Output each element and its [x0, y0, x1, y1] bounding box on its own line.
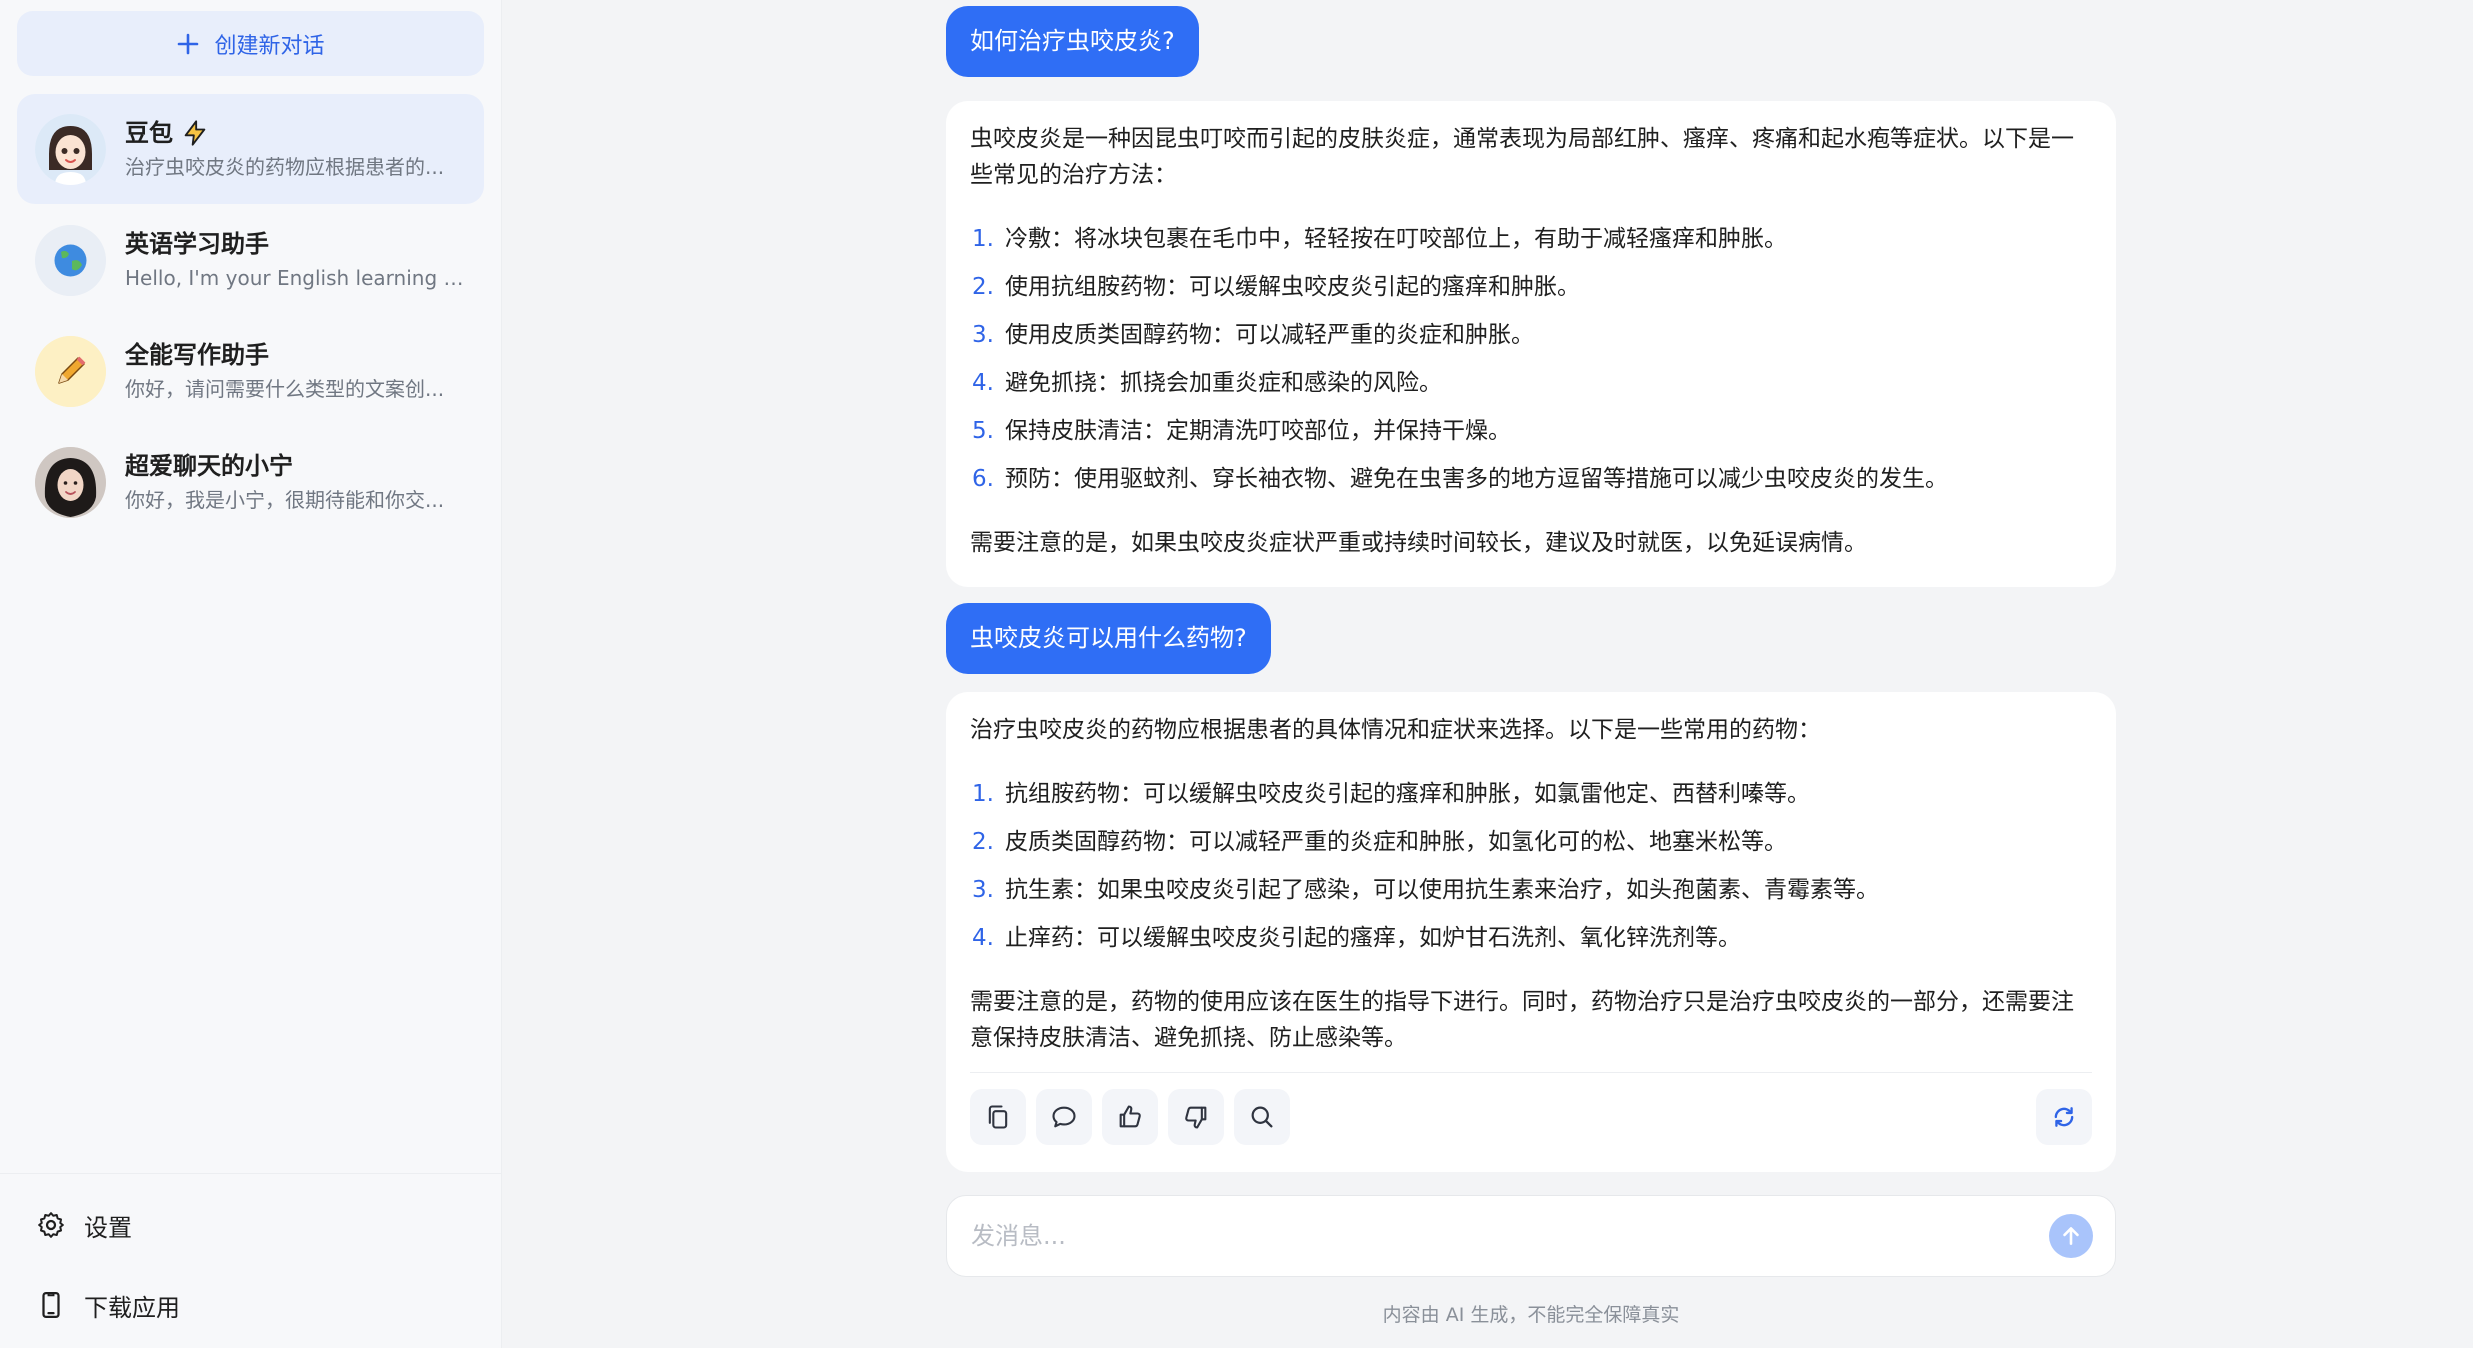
like-button[interactable]	[1102, 1089, 1158, 1145]
list-item: 1. 抗组胺药物：可以缓解虫咬皮炎引起的瘙痒和肿胀，如氯雷他定、西替利嗪等。	[970, 770, 2092, 818]
quote-reply-button[interactable]	[1036, 1089, 1092, 1145]
new-chat-button[interactable]: 创建新对话	[17, 11, 484, 76]
thumbs-down-icon	[1185, 1106, 1207, 1129]
list-text: 皮质类固醇药物：可以减轻严重的炎症和肿胀，如氢化可的松、地塞米松等。	[1005, 829, 1787, 855]
assistant-message-card: 治疗虫咬皮炎的药物应根据患者的具体情况和症状来选择。以下是一些常用的药物： 1.…	[946, 692, 2116, 1172]
conversation-item-xiaoning[interactable]: 超爱聊天的小宁 你好，我是小宁，很期待能和你交...	[17, 427, 484, 537]
pencil-icon	[35, 335, 106, 407]
download-app-button[interactable]: 下载应用	[0, 1276, 501, 1334]
sidebar: 创建新对话 豆包 治疗虫咬皮炎的药物应根据患者的... 英语学习助手 Hello…	[0, 0, 502, 1348]
assistant-message-outro: 需要注意的是，药物的使用应该在医生的指导下进行。同时，药物治疗只是治疗虫咬皮炎的…	[970, 989, 2074, 1051]
assistant-message-intro: 虫咬皮炎是一种因昆虫叮咬而引起的皮肤炎症，通常表现为局部红肿、瘙痒、疼痛和起水疱…	[970, 126, 2074, 188]
assistant-message-outro: 需要注意的是，如果虫咬皮炎症状严重或持续时间较长，建议及时就医，以免延误病情。	[970, 530, 1867, 556]
copy-button[interactable]	[970, 1089, 1026, 1145]
sidebar-footer: 设置 下载应用	[0, 1173, 501, 1348]
list-item: 5. 保持皮肤清洁：定期清洗叮咬部位，并保持干燥。	[970, 407, 2092, 455]
conversation-title: 全能写作助手	[125, 341, 269, 369]
list-number: 3.	[972, 322, 994, 348]
settings-button[interactable]: 设置	[0, 1196, 501, 1254]
globe-icon	[35, 224, 106, 296]
list-item: 3. 抗生素：如果虫咬皮炎引起了感染，可以使用抗生素来治疗，如头孢菌素、青霉素等。	[970, 866, 2092, 914]
list-text: 冷敷：将冰块包裹在毛巾中，轻轻按在叮咬部位上，有助于减轻瘙痒和肿胀。	[1005, 226, 1787, 252]
list-text: 预防：使用驱蚊剂、穿长袖衣物、避免在虫害多的地方逗留等措施可以减少虫咬皮炎的发生…	[1005, 466, 1948, 492]
list-number: 2.	[972, 274, 994, 300]
conversation-title: 英语学习助手	[125, 230, 269, 258]
copy-icon	[988, 1105, 1008, 1129]
list-item: 2. 使用抗组胺药物：可以缓解虫咬皮炎引起的瘙痒和肿胀。	[970, 263, 2092, 311]
message-input[interactable]	[971, 1222, 2049, 1250]
dislike-button[interactable]	[1168, 1089, 1224, 1145]
list-number: 1.	[972, 781, 994, 807]
list-number: 3.	[972, 877, 994, 903]
xiaoning-avatar-icon	[35, 446, 106, 518]
settings-label: 设置	[84, 1213, 132, 1242]
send-button[interactable]	[2049, 1214, 2093, 1258]
ai-disclaimer: 内容由 AI 生成，不能完全保障真实	[1382, 1304, 1680, 1326]
list-text: 抗组胺药物：可以缓解虫咬皮炎引起的瘙痒和肿胀，如氯雷他定、西替利嗪等。	[1005, 781, 1810, 807]
refresh-icon	[2054, 1107, 2074, 1127]
list-text: 抗生素：如果虫咬皮炎引起了感染，可以使用抗生素来治疗，如头孢菌素、青霉素等。	[1005, 877, 1879, 903]
list-text: 使用皮质类固醇药物：可以减轻严重的炎症和肿胀。	[1005, 322, 1534, 348]
conversation-item-writing[interactable]: 全能写作助手 你好，请问需要什么类型的文案创...	[17, 316, 484, 426]
regenerate-button[interactable]	[2036, 1089, 2092, 1145]
doubao-avatar-icon	[35, 113, 106, 185]
gear-icon	[38, 1212, 64, 1238]
avatar	[35, 446, 106, 518]
assistant-message-intro: 治疗虫咬皮炎的药物应根据患者的具体情况和症状来选择。以下是一些常用的药物：	[970, 717, 1821, 743]
lightning-icon	[184, 120, 206, 146]
avatar	[35, 335, 106, 407]
avatar	[35, 224, 106, 296]
list-item: 4. 止痒药：可以缓解虫咬皮炎引起的瘙痒，如炉甘石洗剂、氧化锌洗剂等。	[970, 914, 2092, 962]
phone-icon	[42, 1292, 60, 1318]
plus-icon	[178, 33, 199, 54]
chat-bubble-icon	[1052, 1106, 1076, 1128]
list-text: 避免抓挠：抓挠会加重炎症和感染的风险。	[1005, 370, 1442, 396]
list-number: 4.	[972, 925, 994, 951]
conversation-preview: 治疗虫咬皮炎的药物应根据患者的...	[125, 155, 445, 179]
list-item: 6. 预防：使用驱蚊剂、穿长袖衣物、避免在虫害多的地方逗留等措施可以减少虫咬皮炎的…	[970, 455, 2092, 503]
arrow-up-icon	[2063, 1227, 2079, 1245]
list-item: 3. 使用皮质类固醇药物：可以减轻严重的炎症和肿胀。	[970, 311, 2092, 359]
conversation-preview: 你好，请问需要什么类型的文案创...	[125, 377, 445, 401]
assistant-message-list: 1. 冷敷：将冰块包裹在毛巾中，轻轻按在叮咬部位上，有助于减轻瘙痒和肿胀。 2. 使…	[970, 215, 2092, 503]
list-text: 止痒药：可以缓解虫咬皮炎引起的瘙痒，如炉甘石洗剂、氧化锌洗剂等。	[1005, 925, 1741, 951]
list-number: 6.	[972, 466, 994, 492]
search-icon	[1251, 1106, 1273, 1128]
user-message-row: 虫咬皮炎可以用什么药物?	[946, 603, 2116, 674]
avatar	[35, 113, 106, 185]
new-chat-label: 创建新对话	[214, 33, 325, 59]
list-item: 2. 皮质类固醇药物：可以减轻严重的炎症和肿胀，如氢化可的松、地塞米松等。	[970, 818, 2092, 866]
conversation-title: 豆包	[125, 119, 173, 147]
list-item: 4. 避免抓挠：抓挠会加重炎症和感染的风险。	[970, 359, 2092, 407]
download-label: 下载应用	[84, 1293, 180, 1322]
list-number: 5.	[972, 418, 994, 444]
conversation-title: 超爱聊天的小宁	[125, 452, 293, 480]
user-message-bubble: 如何治疗虫咬皮炎?	[946, 6, 1199, 77]
message-list: 如何治疗虫咬皮炎? 虫咬皮炎是一种因昆虫叮咬而引起的皮肤炎症，通常表现为局部红肿…	[946, 0, 2116, 1172]
chat-main: 如何治疗虫咬皮炎? 虫咬皮炎是一种因昆虫叮咬而引起的皮肤炎症，通常表现为局部红肿…	[502, 0, 2473, 1348]
user-message-row: 如何治疗虫咬皮炎?	[946, 6, 2116, 77]
conversation-list: 豆包 治疗虫咬皮炎的药物应根据患者的... 英语学习助手 Hello, I'm …	[0, 94, 501, 538]
list-text: 保持皮肤清洁：定期清洗叮咬部位，并保持干燥。	[1005, 418, 1511, 444]
assistant-message-list: 1. 抗组胺药物：可以缓解虫咬皮炎引起的瘙痒和肿胀，如氯雷他定、西替利嗪等。 2.…	[970, 770, 2092, 962]
conversation-preview: Hello, I'm your English learning ass...	[125, 266, 465, 290]
list-number: 4.	[972, 370, 994, 396]
conversation-preview: 你好，我是小宁，很期待能和你交...	[125, 488, 445, 512]
conversation-item-doubao[interactable]: 豆包 治疗虫咬皮炎的药物应根据患者的...	[17, 94, 484, 204]
message-actions	[970, 1072, 2092, 1145]
list-text: 使用抗组胺药物：可以缓解虫咬皮炎引起的瘙痒和肿胀。	[1005, 274, 1580, 300]
user-message-bubble: 虫咬皮炎可以用什么药物?	[946, 603, 1271, 674]
thumbs-up-icon	[1119, 1105, 1141, 1128]
conversation-item-english[interactable]: 英语学习助手 Hello, I'm your English learning …	[17, 205, 484, 315]
list-item: 1. 冷敷：将冰块包裹在毛巾中，轻轻按在叮咬部位上，有助于减轻瘙痒和肿胀。	[970, 215, 2092, 263]
search-button[interactable]	[1234, 1089, 1290, 1145]
app-root: 创建新对话 豆包 治疗虫咬皮炎的药物应根据患者的... 英语学习助手 Hello…	[0, 0, 2473, 1348]
list-number: 1.	[972, 226, 994, 252]
list-number: 2.	[972, 829, 994, 855]
assistant-message-card: 虫咬皮炎是一种因昆虫叮咬而引起的皮肤炎症，通常表现为局部红肿、瘙痒、疼痛和起水疱…	[946, 101, 2116, 587]
message-composer	[946, 1195, 2116, 1277]
